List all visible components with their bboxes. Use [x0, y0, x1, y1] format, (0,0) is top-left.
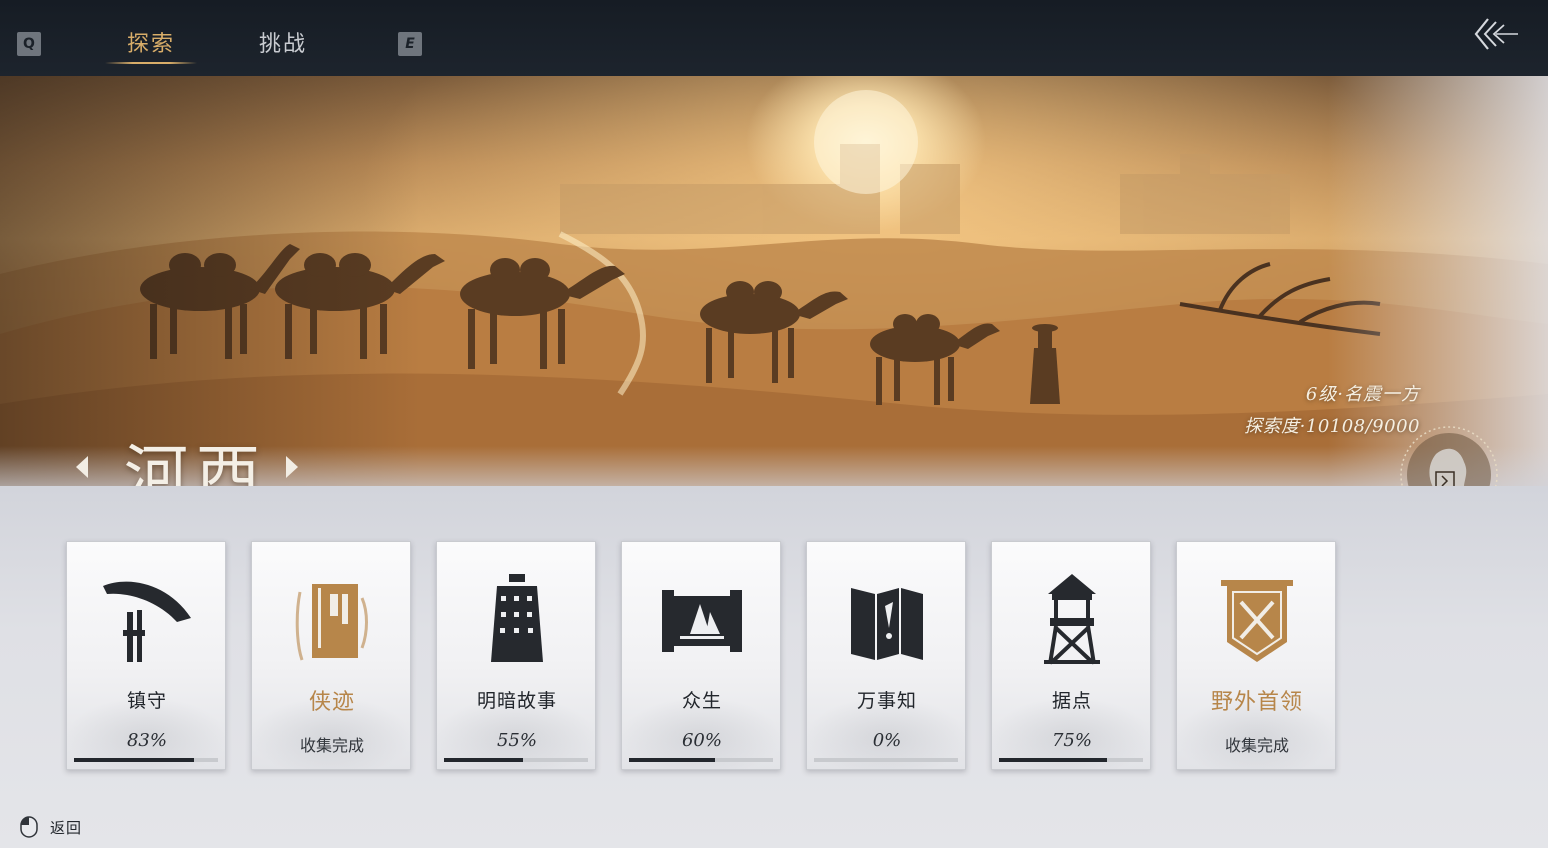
region-map-badge-icon[interactable]: [1398, 424, 1500, 486]
card-label: 镇守: [126, 690, 167, 712]
card-all-beings[interactable]: 众生 60%: [621, 541, 781, 770]
card-label: 侠迹: [308, 690, 355, 715]
card-progress-bar: [999, 758, 1143, 762]
mouse-right-click-icon: [20, 816, 38, 838]
card-progress-bar: [629, 758, 773, 762]
card-label: 万事知: [856, 690, 917, 712]
card-garrison[interactable]: 镇守 83%: [66, 541, 226, 770]
card-status: 83%: [126, 730, 167, 751]
card-progress-fill: [999, 758, 1107, 762]
q-key-hint[interactable]: Q: [17, 32, 41, 56]
card-progress-bar: [814, 758, 958, 762]
card-progress-fill: [629, 758, 716, 762]
card-status: 0%: [872, 730, 902, 751]
card-status: 60%: [681, 730, 722, 751]
watchtower-icon: [992, 570, 1152, 670]
card-progress-bar: [444, 758, 588, 762]
region-banner: 河西 6级·名震一方 探索度·10108/9000: [0, 74, 1548, 486]
card-status: 收集完成: [1224, 736, 1289, 755]
card-label: 众生: [681, 690, 722, 712]
next-region-arrow-icon[interactable]: [284, 454, 300, 480]
exploration-progress: 探索度·10108/9000: [1244, 416, 1420, 437]
triple-chevron-left-icon[interactable]: [1472, 16, 1522, 52]
card-label: 据点: [1051, 690, 1092, 712]
card-progress-fill: [444, 758, 524, 762]
card-progress-fill: [74, 758, 194, 762]
card-label: 野外首领: [1210, 690, 1303, 715]
back-label: 返回: [50, 818, 83, 837]
card-status: 收集完成: [299, 736, 364, 755]
exploration-info: 6级·名震一方 探索度·10108/9000: [1244, 380, 1420, 438]
card-hero-traces[interactable]: 侠迹 收集完成: [251, 541, 411, 770]
card-status: 55%: [496, 730, 537, 751]
exploration-level: 6级·名震一方: [1305, 384, 1420, 405]
category-cards: 镇守 83% 侠迹 收集完成 明暗故事 55% 众生 60% 万事知 0% 据点…: [66, 541, 1336, 770]
previous-region-arrow-icon[interactable]: [74, 454, 90, 480]
card-label: 明暗故事: [476, 690, 557, 712]
region-name: 河西: [124, 439, 268, 486]
hat-icon: [67, 570, 227, 670]
card-field-bosses[interactable]: 野外首领 收集完成: [1176, 541, 1336, 770]
folding-screen-icon: [807, 570, 967, 670]
tab-explore[interactable]: 探索: [105, 26, 197, 64]
card-progress-bar: [74, 758, 218, 762]
e-key-hint[interactable]: E: [398, 32, 422, 56]
card-light-dark-stories[interactable]: 明暗故事 55%: [436, 541, 596, 770]
footer-hint[interactable]: 返回: [20, 816, 82, 838]
region-selector: 河西: [74, 424, 314, 486]
top-bar: Q 探索 挑战 E: [0, 0, 1548, 76]
card-strongholds[interactable]: 据点 75%: [991, 541, 1151, 770]
tab-challenge[interactable]: 挑战: [245, 26, 321, 64]
card-status: 75%: [1051, 730, 1092, 751]
card-knowledge[interactable]: 万事知 0%: [806, 541, 966, 770]
crossed-swords-banner-icon: [1177, 570, 1337, 670]
scroll-painting-icon: [622, 570, 782, 670]
book-icon: [252, 570, 412, 670]
bell-icon: [437, 570, 597, 670]
